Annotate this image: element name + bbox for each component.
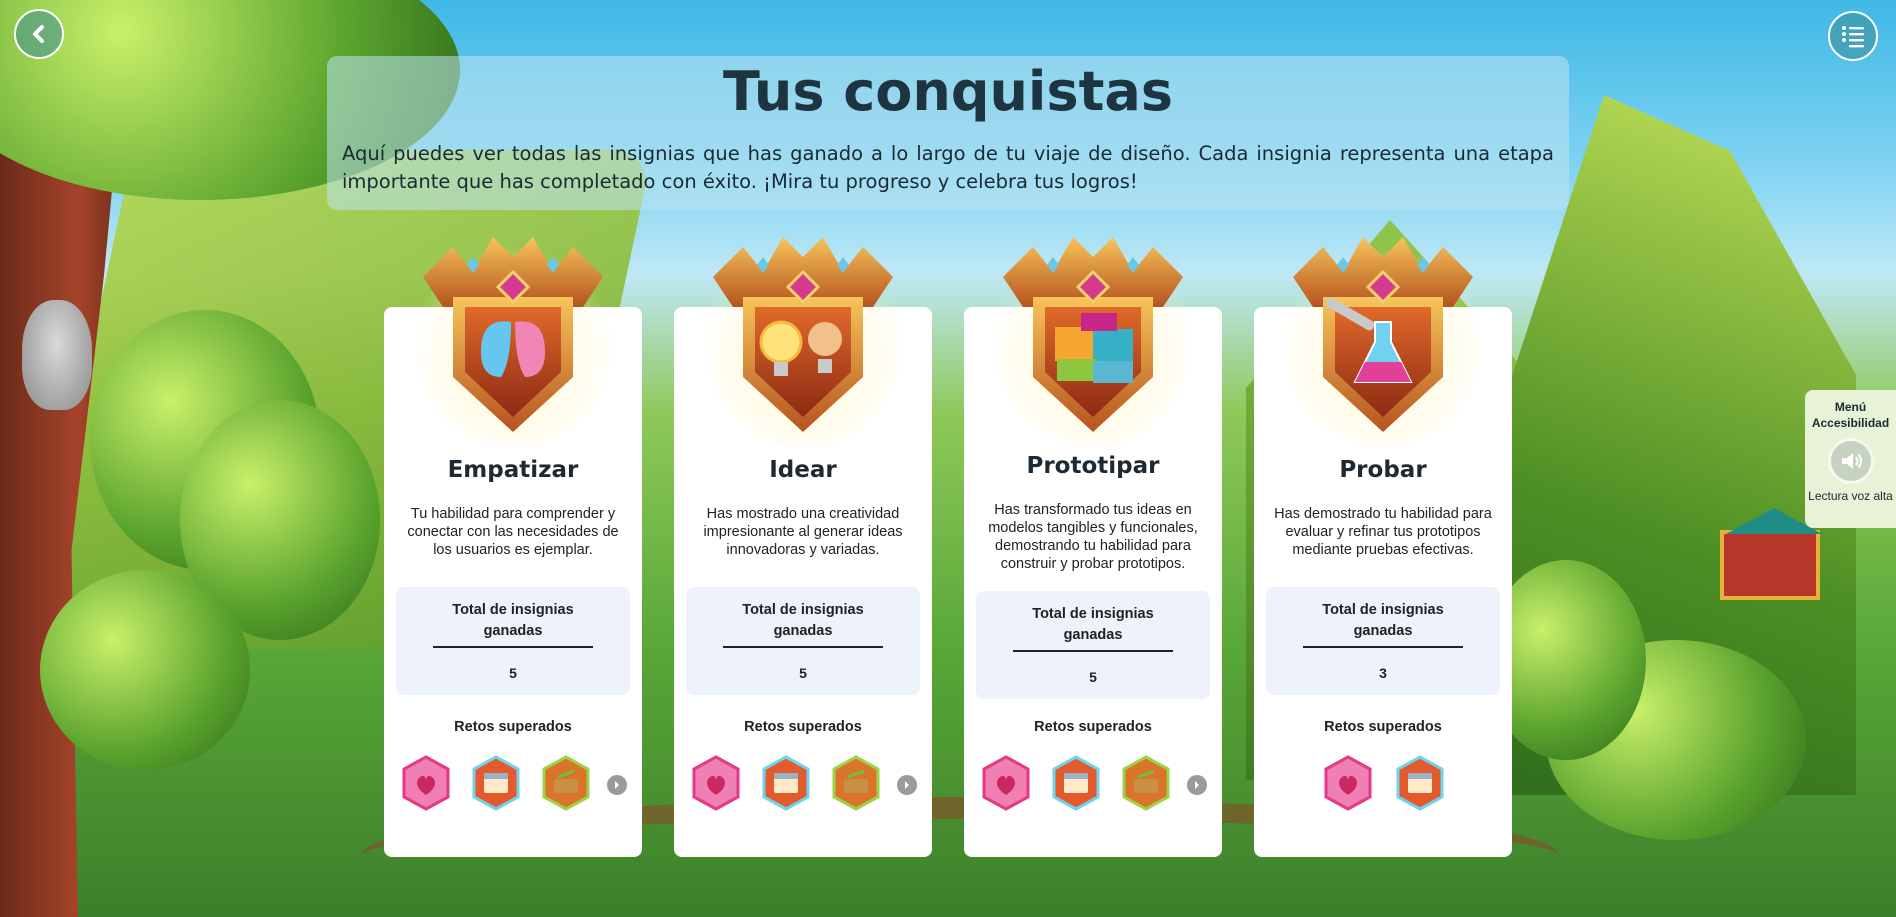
accessibility-panel: Menú Accesibilidad Lectura voz alta [1805, 390, 1896, 528]
stats-value: 3 [1379, 665, 1387, 681]
stats-value: 5 [509, 665, 517, 681]
retos-title: Retos superados [1324, 719, 1442, 735]
retos-title: Retos superados [744, 719, 862, 735]
mini-badges-row [1254, 755, 1512, 813]
mini-badges-row [964, 755, 1222, 813]
mini-badges-row [674, 755, 932, 813]
stats-label: Total de insignias ganadas [1303, 600, 1463, 648]
stats-label: Total de insignias ganadas [433, 600, 593, 648]
pink-heart-badge-icon[interactable] [980, 755, 1032, 811]
card-description: Has mostrado una creatividad impresionan… [703, 506, 903, 558]
header-box: Tus conquistas Aquí puedes ver todas las… [327, 56, 1569, 210]
card-description: Tu habilidad para comprender y conectar … [407, 506, 619, 558]
hearts-badge-icon [415, 237, 611, 447]
tree-foliage [40, 570, 250, 770]
achievement-card-empatizar: Empatizar Tu habilidad para comprender y… [384, 237, 642, 857]
chevron-right-icon [905, 781, 909, 789]
page-title: Tus conquistas [723, 60, 1173, 123]
green-chest-badge-icon[interactable] [830, 755, 882, 811]
menu-button[interactable] [1828, 11, 1878, 61]
back-button[interactable] [14, 9, 64, 59]
stats-box: Total de insignias ganadas 5 [686, 587, 920, 695]
lightbulb-badge-icon [705, 237, 901, 447]
read-aloud-label: Lectura voz alta [1808, 489, 1893, 503]
accessibility-title: Menú Accesibilidad [1811, 400, 1890, 430]
stats-box: Total de insignias ganadas 5 [976, 591, 1210, 699]
card-title: Probar [1339, 457, 1427, 483]
chevron-left-icon [33, 25, 44, 43]
speaker-icon [1841, 453, 1862, 469]
card-title: Empatizar [447, 457, 579, 483]
card-title: Prototipar [1026, 453, 1160, 479]
stats-label: Total de insignias ganadas [1013, 604, 1173, 652]
stats-box: Total de insignias ganadas 3 [1266, 587, 1500, 695]
list-menu-icon [1842, 26, 1864, 48]
green-chest-badge-icon[interactable] [540, 755, 592, 811]
achievement-card-prototipar: Prototipar Has transformado tus ideas en… [964, 237, 1222, 857]
blue-chest-badge-icon[interactable] [760, 755, 812, 811]
pink-heart-badge-icon[interactable] [400, 755, 452, 811]
green-chest-badge-icon[interactable] [1120, 755, 1172, 811]
read-aloud-button[interactable] [1827, 438, 1874, 484]
stats-box: Total de insignias ganadas 5 [396, 587, 630, 695]
achievement-card-idear: Idear Has mostrado una creatividad impre… [674, 237, 932, 857]
blue-chest-badge-icon[interactable] [1394, 755, 1446, 811]
page-description: Aquí puedes ver todas las insignias que … [342, 142, 1554, 193]
next-arrow-button[interactable] [1187, 775, 1207, 795]
stats-label: Total de insignias ganadas [723, 600, 883, 648]
card-description: Has transformado tus ideas en modelos ta… [988, 502, 1198, 572]
chevron-right-icon [615, 781, 619, 789]
house-illustration [1720, 530, 1820, 600]
blue-chest-badge-icon[interactable] [470, 755, 522, 811]
possum-illustration [22, 300, 92, 410]
achievement-card-probar: Probar Has demostrado tu habilidad para … [1254, 237, 1512, 857]
puzzle-badge-icon [995, 237, 1191, 447]
retos-title: Retos superados [454, 719, 572, 735]
stats-value: 5 [1089, 669, 1097, 685]
card-title: Idear [769, 457, 837, 483]
next-arrow-button[interactable] [607, 775, 627, 795]
retos-title: Retos superados [1034, 719, 1152, 735]
flask-badge-icon [1285, 237, 1481, 447]
blue-chest-badge-icon[interactable] [1050, 755, 1102, 811]
chevron-right-icon [1195, 781, 1199, 789]
stats-value: 5 [799, 665, 807, 681]
mini-badges-row [384, 755, 642, 813]
pink-heart-badge-icon[interactable] [690, 755, 742, 811]
pink-heart-badge-icon[interactable] [1322, 755, 1374, 811]
card-description: Has demostrado tu habilidad para evaluar… [1274, 506, 1492, 558]
next-arrow-button[interactable] [897, 775, 917, 795]
